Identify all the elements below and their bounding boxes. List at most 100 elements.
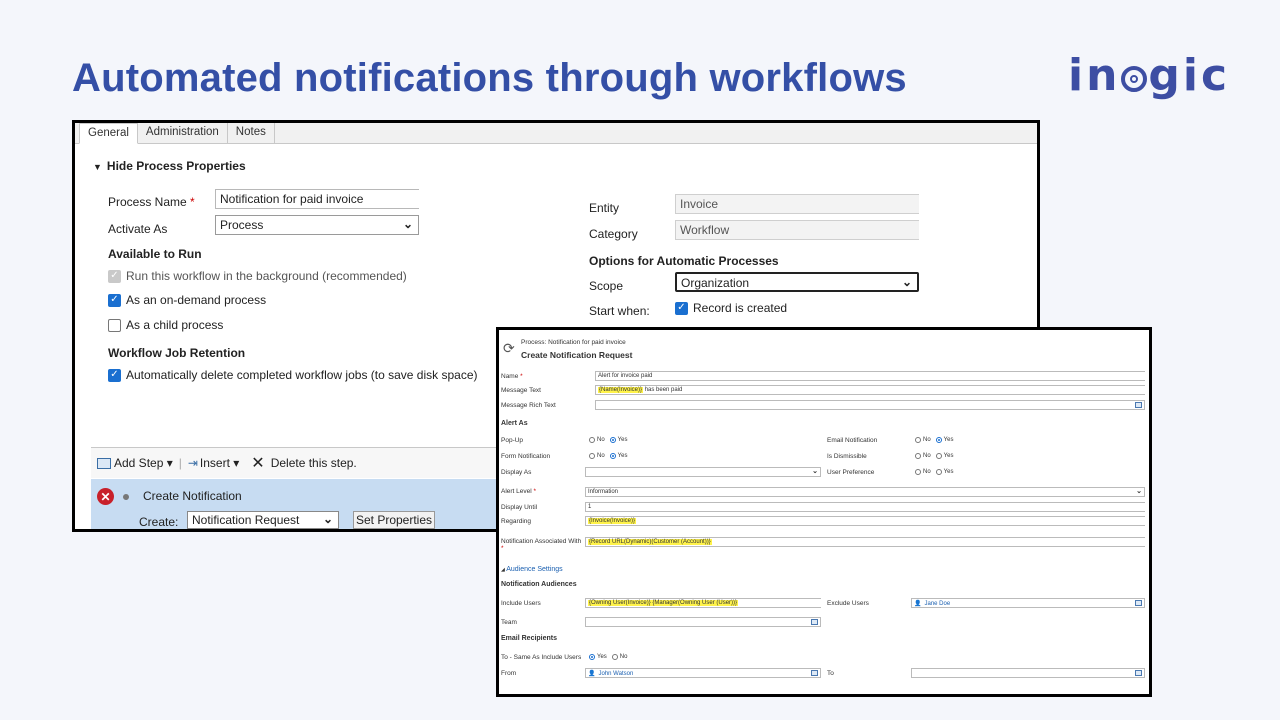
hide-process-properties-toggle[interactable]: ▼ Hide Process Properties: [93, 159, 246, 173]
caret-down-icon: ▾: [229, 456, 240, 470]
workflow-job-retention-heading: Workflow Job Retention: [108, 346, 246, 360]
alert-level-label: Alert Level *: [501, 488, 537, 495]
chevron-down-icon: ⌄: [1136, 488, 1142, 495]
radio-yes[interactable]: [609, 437, 616, 443]
delete-step-label: Delete this step.: [270, 456, 357, 470]
triangle-down-icon: ▼: [93, 162, 102, 172]
from-lookup[interactable]: 👤 John Watson: [585, 668, 821, 678]
radio-no[interactable]: [589, 437, 595, 443]
chevron-down-icon: ⌄: [901, 275, 912, 289]
caret-down-icon: ▾: [163, 456, 173, 470]
email-notification-radio-group[interactable]: No Yes: [915, 437, 958, 444]
exclude-user-link[interactable]: Jane Doe: [924, 601, 950, 607]
create-entity-value: Notification Request: [192, 513, 300, 527]
message-text-input[interactable]: {Name(Invoice)} has been paid: [595, 385, 1145, 395]
slide-title: Automated notifications through workflow…: [72, 56, 907, 100]
alert-level-select[interactable]: Information ⌄: [585, 487, 1145, 497]
radio-yes[interactable]: [935, 437, 942, 443]
from-label: From: [501, 670, 517, 677]
lookup-icon[interactable]: [1135, 600, 1142, 606]
tab-notes[interactable]: Notes: [228, 123, 275, 143]
tab-bar: General Administration Notes: [75, 123, 1037, 144]
team-label: Team: [501, 619, 517, 626]
insert-button[interactable]: ⇥ Insert ▾: [188, 456, 239, 470]
tab-general[interactable]: General: [79, 123, 138, 144]
add-step-icon: [97, 457, 111, 469]
email-recipients-heading: Email Recipients: [501, 635, 558, 642]
notification-associated-input[interactable]: {Record URL(Dynamic)(Customer (Account))…: [585, 537, 1145, 547]
audience-settings-toggle[interactable]: ◢ Audience Settings: [501, 566, 563, 573]
to-same-label: To - Same As Include Users: [501, 654, 582, 661]
on-demand-checkbox-label: As an on-demand process: [126, 293, 267, 307]
activate-as-select[interactable]: Process ⌄: [215, 215, 419, 235]
error-icon: ✕: [97, 488, 114, 505]
user-preference-radio-group[interactable]: No Yes: [915, 469, 958, 476]
insert-icon: ⇥: [187, 456, 198, 470]
is-dismissible-radio-group[interactable]: No Yes: [915, 453, 958, 460]
radio-no[interactable]: [915, 469, 921, 475]
display-as-label: Display As: [501, 469, 532, 476]
check-icon: ✓: [675, 301, 688, 315]
scope-label: Scope: [589, 279, 624, 293]
panel2-title: Create Notification Request: [521, 350, 633, 360]
message-text-rest: has been paid: [643, 387, 683, 393]
child-process-checkbox[interactable]: As a child process: [108, 318, 223, 332]
from-user-link[interactable]: John Watson: [598, 671, 633, 677]
display-until-input[interactable]: 1: [585, 502, 1145, 512]
regarding-input[interactable]: {Invoice(Invoice)}: [585, 516, 1145, 526]
radio-no[interactable]: [915, 453, 921, 459]
message-text-label: Message Text: [501, 387, 541, 394]
display-until-label: Display Until: [501, 504, 538, 511]
radio-yes[interactable]: [609, 453, 616, 459]
regarding-token: {Invoice(Invoice)}: [588, 518, 637, 524]
process-name-input[interactable]: Notification for paid invoice: [215, 189, 419, 209]
popup-radio-group[interactable]: No Yes: [589, 437, 632, 444]
exclude-users-lookup[interactable]: 👤 Jane Doe: [911, 598, 1145, 608]
record-created-checkbox-label: Record is created: [693, 301, 788, 315]
scope-select[interactable]: Organization ⌄: [675, 272, 919, 292]
user-icon: 👤: [914, 601, 922, 607]
step-bullet-icon: [123, 494, 129, 500]
background-checkbox-label: Run this workflow in the background (rec…: [126, 269, 407, 283]
auto-delete-checkbox[interactable]: ✓ Automatically delete completed workflow…: [108, 368, 478, 382]
tab-administration[interactable]: Administration: [138, 123, 228, 143]
delete-step-button[interactable]: ✕ Delete this step.: [251, 453, 356, 473]
lookup-icon[interactable]: [811, 619, 818, 625]
radio-no[interactable]: [915, 437, 921, 443]
name-input[interactable]: Alert for invoice paid: [595, 371, 1145, 381]
logo-o-icon: [1121, 66, 1148, 92]
entity-field: Invoice: [675, 194, 919, 214]
include-users-input[interactable]: {Owning User(Invoice)} {Manager(Owning U…: [585, 598, 821, 608]
notification-audiences-heading: Notification Audiences: [501, 581, 577, 588]
on-demand-checkbox[interactable]: ✓ As an on-demand process: [108, 293, 266, 307]
display-as-select[interactable]: ⌄: [585, 467, 821, 477]
message-rich-text-input[interactable]: [595, 400, 1145, 410]
radio-no[interactable]: [611, 654, 618, 660]
record-created-checkbox[interactable]: ✓ Record is created: [675, 301, 787, 315]
notification-associated-token: {Record URL(Dynamic)(Customer (Account))…: [588, 539, 712, 545]
to-lookup[interactable]: [911, 668, 1145, 678]
close-icon: ✕: [251, 455, 265, 472]
check-icon: ✓: [108, 269, 121, 283]
set-properties-button[interactable]: Set Properties: [353, 511, 435, 529]
include-users-token: {Owning User(Invoice)} {Manager(Owning U…: [588, 600, 739, 606]
form-notification-radio-group[interactable]: No Yes: [589, 453, 632, 460]
empty-checkbox-icon: [108, 318, 121, 332]
create-entity-select[interactable]: Notification Request ⌄: [187, 511, 339, 529]
message-rich-text-label: Message Rich Text: [501, 402, 556, 409]
lookup-icon[interactable]: [1135, 670, 1142, 676]
alert-as-heading: Alert As: [501, 420, 528, 427]
radio-yes[interactable]: [589, 654, 595, 660]
add-step-button[interactable]: Add Step ▾: [97, 456, 173, 470]
team-lookup[interactable]: [585, 617, 821, 627]
category-label: Category: [589, 227, 638, 241]
to-same-radio-group[interactable]: Yes No: [589, 654, 632, 661]
background-checkbox: ✓ Run this workflow in the background (re…: [108, 269, 407, 283]
lookup-icon[interactable]: [811, 670, 818, 676]
radio-no[interactable]: [589, 453, 595, 459]
step-create-label: Create:: [139, 515, 179, 529]
radio-yes[interactable]: [935, 469, 942, 475]
radio-yes[interactable]: [935, 453, 942, 459]
chevron-down-icon: ⌄: [812, 468, 818, 475]
process-icon: ⟳: [503, 340, 515, 356]
